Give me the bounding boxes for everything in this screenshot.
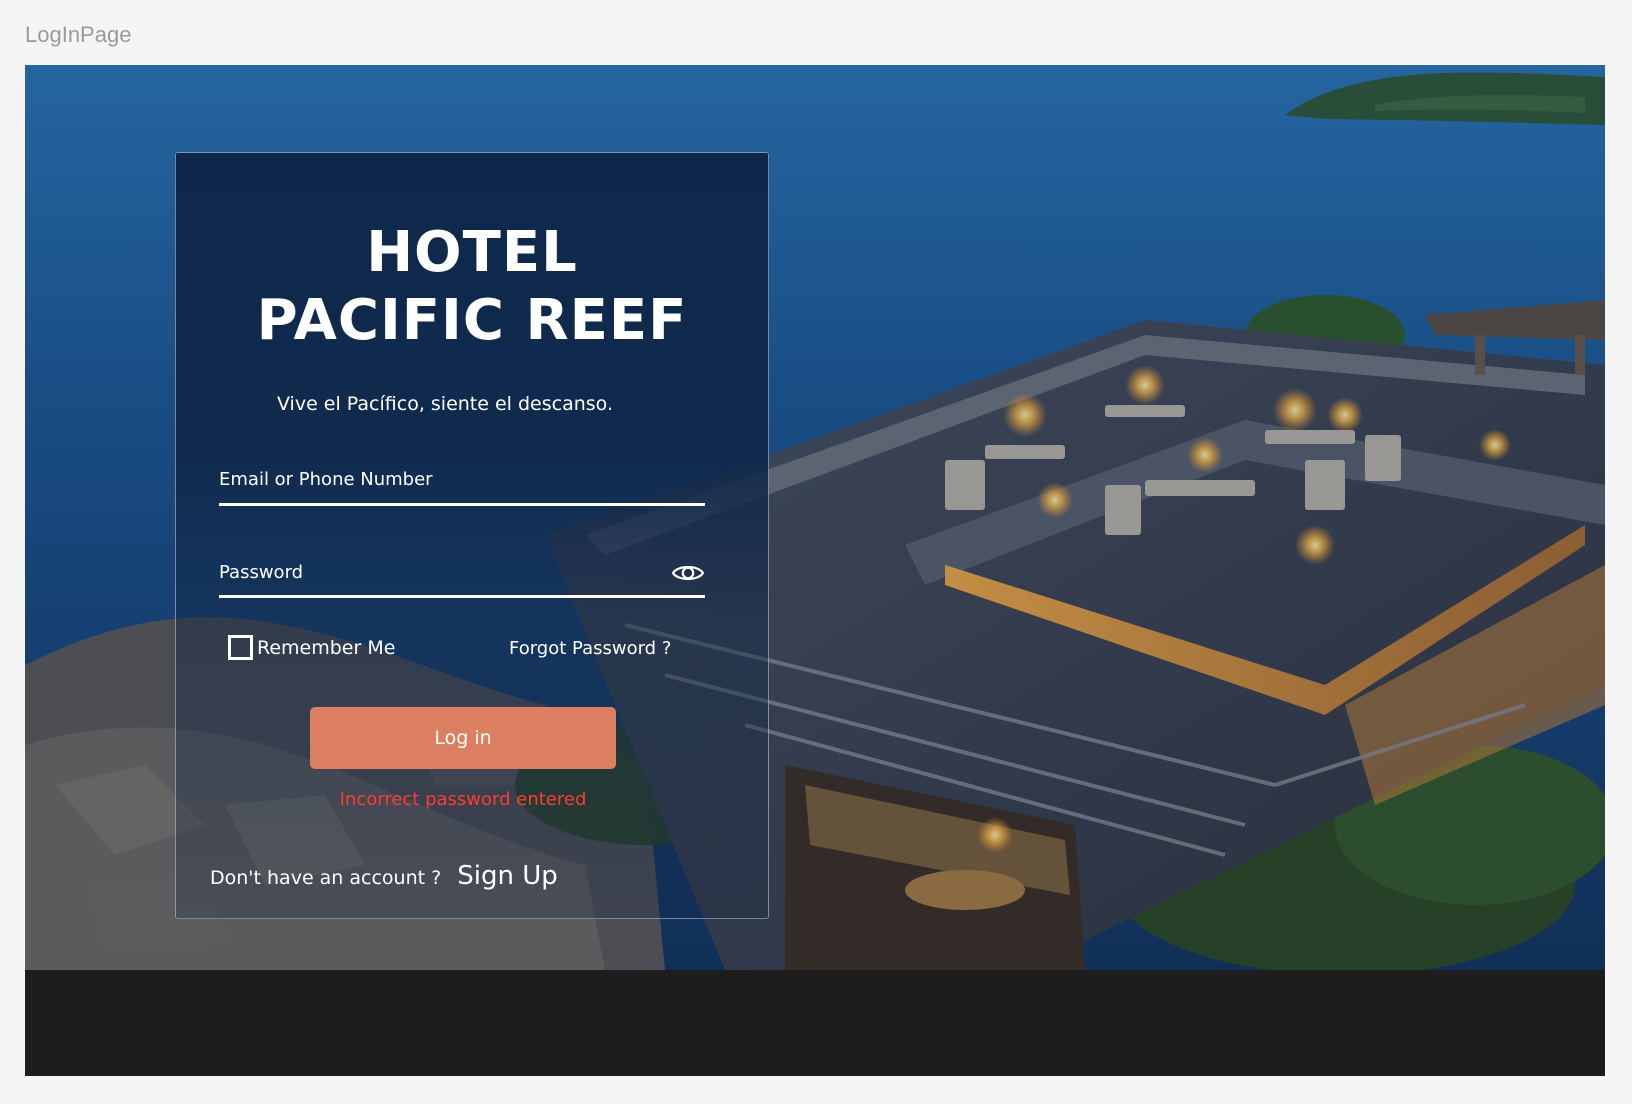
eye-icon[interactable] — [671, 561, 705, 585]
frame-title: LogInPage — [25, 22, 132, 47]
hotel-name: HOTEL PACIFIC REEF — [176, 219, 768, 355]
hotel-tagline: Vive el Pacífico, siente el descanso. — [276, 393, 614, 415]
forgot-password-link[interactable]: Forgot Password ? — [509, 638, 671, 659]
signup-prompt: Don't have an account ? — [210, 867, 442, 889]
remember-me-checkbox[interactable] — [228, 635, 253, 660]
signup-row: Don't have an account ? Sign Up — [210, 861, 558, 891]
hotel-name-line2: PACIFIC REEF — [256, 288, 688, 353]
login-page-frame: HOTEL PACIFIC REEF Vive el Pacífico, sie… — [25, 65, 1605, 1076]
error-message: Incorrect password entered — [339, 789, 587, 810]
email-input[interactable] — [219, 469, 639, 490]
hotel-name-line1: HOTEL — [366, 220, 578, 285]
email-field-container — [219, 469, 705, 506]
password-input[interactable] — [219, 562, 639, 583]
signup-link[interactable]: Sign Up — [457, 861, 558, 891]
password-field-container — [219, 562, 705, 598]
remember-me-label: Remember Me — [257, 636, 396, 659]
remember-me-toggle[interactable]: Remember Me — [228, 635, 395, 660]
login-card: HOTEL PACIFIC REEF Vive el Pacífico, sie… — [175, 152, 769, 919]
login-button[interactable]: Log in — [310, 707, 616, 769]
